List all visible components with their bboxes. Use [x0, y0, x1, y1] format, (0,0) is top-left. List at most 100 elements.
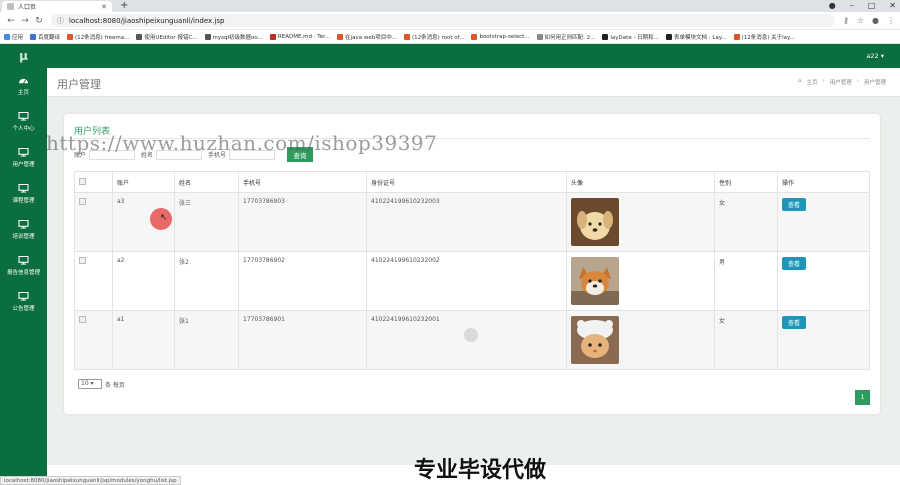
dashboard-icon — [19, 78, 28, 84]
pagination-page[interactable]: 1 — [855, 390, 870, 405]
close-icon[interactable]: ✕ — [101, 3, 107, 11]
row-select-cell — [74, 192, 113, 252]
url-input[interactable]: ⓘ localhost:8080/jiaoshipeixunguanli/ind… — [51, 14, 835, 27]
breadcrumb-home[interactable]: 主页 — [807, 78, 818, 86]
bookmark-label: 使用UEditor 报错C... — [144, 34, 198, 41]
sidebar-item-label: 主页 — [17, 90, 29, 96]
back-icon[interactable]: ← — [5, 16, 17, 26]
breadcrumb-current: 用户管理 — [863, 80, 886, 86]
cell-name: 张1 — [174, 310, 239, 370]
sidebar-item-reports[interactable]: 报告信息管理 — [0, 248, 47, 284]
cell-name: 张2 — [174, 251, 239, 311]
bookmark-item[interactable]: 应用 — [4, 33, 23, 41]
bookmark-label: layDate - 日期和... — [610, 34, 659, 41]
window-close-icon[interactable]: ✕ — [889, 0, 896, 12]
column-header: 手机号 — [238, 171, 367, 193]
bookmark-item[interactable]: layDate - 日期和... — [602, 33, 659, 41]
sidebar-item-training[interactable]: 培训管理 — [0, 212, 47, 248]
row-checkbox[interactable] — [79, 198, 86, 205]
cell-action: 查看 — [777, 310, 870, 370]
sidebar: μ 主页 个人中心 用户管理 课程管理 培训管理 报告信息管理 公告管理 — [0, 44, 47, 485]
home-icon: ⌂ — [798, 78, 802, 84]
page-header: 用户管理 ⌂ 主页 › 用户管理 › 用户管理 — [47, 68, 900, 97]
bookmark-label: bootstrap-select... — [479, 33, 530, 40]
view-button[interactable]: 查看 — [782, 198, 806, 211]
minimize-icon[interactable]: – — [850, 0, 854, 12]
page-size-select[interactable]: 10 ▾ — [78, 379, 102, 389]
new-tab-icon[interactable]: + — [120, 0, 128, 12]
view-button[interactable]: 查看 — [782, 257, 806, 270]
sidebar-item-profile[interactable]: 个人中心 — [0, 104, 47, 140]
bookmark-icon — [67, 33, 74, 40]
bookmark-label: 应用 — [12, 34, 24, 41]
address-bar: ← → ↻ ⓘ localhost:8080/jiaoshipeixunguan… — [0, 12, 900, 30]
monitor-icon — [18, 292, 29, 301]
bookmark-label: 百度翻译 — [38, 34, 61, 41]
sidebar-item-label: 个人中心 — [12, 126, 35, 132]
forward-icon[interactable]: → — [19, 16, 31, 26]
breadcrumb-separator: › — [856, 78, 859, 84]
bookmark-item[interactable]: README.md · Ter... — [269, 33, 331, 40]
row-checkbox[interactable] — [79, 316, 86, 323]
view-button[interactable]: 查看 — [782, 316, 806, 329]
maximize-icon[interactable]: □ — [868, 0, 876, 12]
sidebar-item-users[interactable]: 用户管理 — [0, 140, 47, 176]
menu-icon[interactable]: ⋮ — [887, 16, 895, 25]
tab-title: 人口页 — [18, 4, 37, 11]
sidebar-item-label: 用户管理 — [12, 162, 35, 168]
bookmark-item[interactable]: 在java web项目中... — [337, 33, 397, 41]
bookmark-icon — [403, 33, 410, 40]
bookmark-label: (12条消息) freema... — [75, 34, 130, 41]
page-size-label: 条 每页 — [105, 381, 125, 389]
breadcrumb-section[interactable]: 用户管理 — [830, 78, 852, 86]
browser-tab[interactable]: 人口页 ✕ — [2, 1, 112, 12]
top-bar: a22 ▾ — [47, 44, 900, 68]
sidebar-item-notices[interactable]: 公告管理 — [0, 284, 47, 320]
avatar — [571, 316, 619, 364]
bookmark-item[interactable]: mysql初级数据oo... — [204, 33, 263, 41]
cell-gender: 男 — [714, 251, 778, 311]
user-list-panel: 用户列表 账户 姓名 手机号 查询 账户 姓名 手机号 身份证号 头像 性别 操… — [64, 114, 880, 414]
bookmark-item[interactable]: 如何用正则匹配: 2... — [536, 33, 595, 41]
bookmark-item[interactable]: 百度翻译 — [30, 33, 60, 41]
bookmark-icon — [204, 33, 211, 40]
cell-avatar — [566, 310, 715, 370]
breadcrumb: ⌂ 主页 › 用户管理 › 用户管理 — [798, 78, 886, 86]
bookmark-icon — [136, 33, 143, 40]
bookmark-item[interactable]: 表单模块文档 - Lay... — [665, 33, 727, 41]
row-checkbox[interactable] — [79, 257, 86, 264]
account-icon[interactable]: ● — [872, 16, 879, 25]
sidebar-item-home[interactable]: 主页 — [0, 68, 47, 104]
select-all-checkbox[interactable] — [79, 177, 86, 185]
bookmark-icon — [536, 33, 543, 40]
monitor-icon — [18, 184, 29, 193]
page-favicon — [7, 3, 14, 10]
info-icon[interactable]: ⓘ — [57, 16, 64, 26]
key-icon[interactable]: ⚷ — [843, 16, 849, 25]
bookmark-item[interactable]: bootstrap-select... — [471, 33, 530, 40]
select-all-cell — [74, 171, 113, 193]
bookmark-item[interactable]: (12条消息) root of... — [403, 33, 465, 41]
user-menu[interactable]: a22 ▾ — [866, 52, 884, 60]
status-bar-url: localhost:8080/jiaoshipeixunguanli/jsp/m… — [0, 476, 181, 485]
bookmark-label: 在java web项目中... — [345, 34, 397, 41]
monitor-icon — [18, 256, 29, 265]
bookmark-icon — [602, 33, 609, 40]
bookmark-item[interactable]: (12条消息) 关于lay... — [733, 33, 795, 41]
cell-avatar — [566, 192, 715, 252]
mouse-pointer-icon: ↖ — [160, 213, 168, 223]
bookmark-item[interactable]: (12条消息) freema... — [67, 33, 129, 41]
bookmark-label: README.md · Ter... — [277, 33, 331, 40]
cell-phone: 17703786901 — [238, 310, 367, 370]
profile-icon[interactable]: ● — [829, 0, 836, 12]
window-controls: ● – □ ✕ — [829, 0, 896, 12]
bookmarks-bar: 应用 百度翻译 (12条消息) freema... 使用UEditor 报错C... m… — [0, 30, 900, 44]
avatar — [571, 198, 619, 246]
sidebar-item-label: 课程管理 — [12, 198, 35, 204]
reload-icon[interactable]: ↻ — [33, 16, 45, 26]
sidebar-item-courses[interactable]: 课程管理 — [0, 176, 47, 212]
bookmark-item[interactable]: 使用UEditor 报错C... — [136, 33, 198, 41]
page-title: 用户管理 — [57, 78, 101, 91]
star-icon[interactable]: ☆ — [857, 16, 864, 25]
bookmark-label: (12条消息) root of... — [411, 34, 465, 41]
